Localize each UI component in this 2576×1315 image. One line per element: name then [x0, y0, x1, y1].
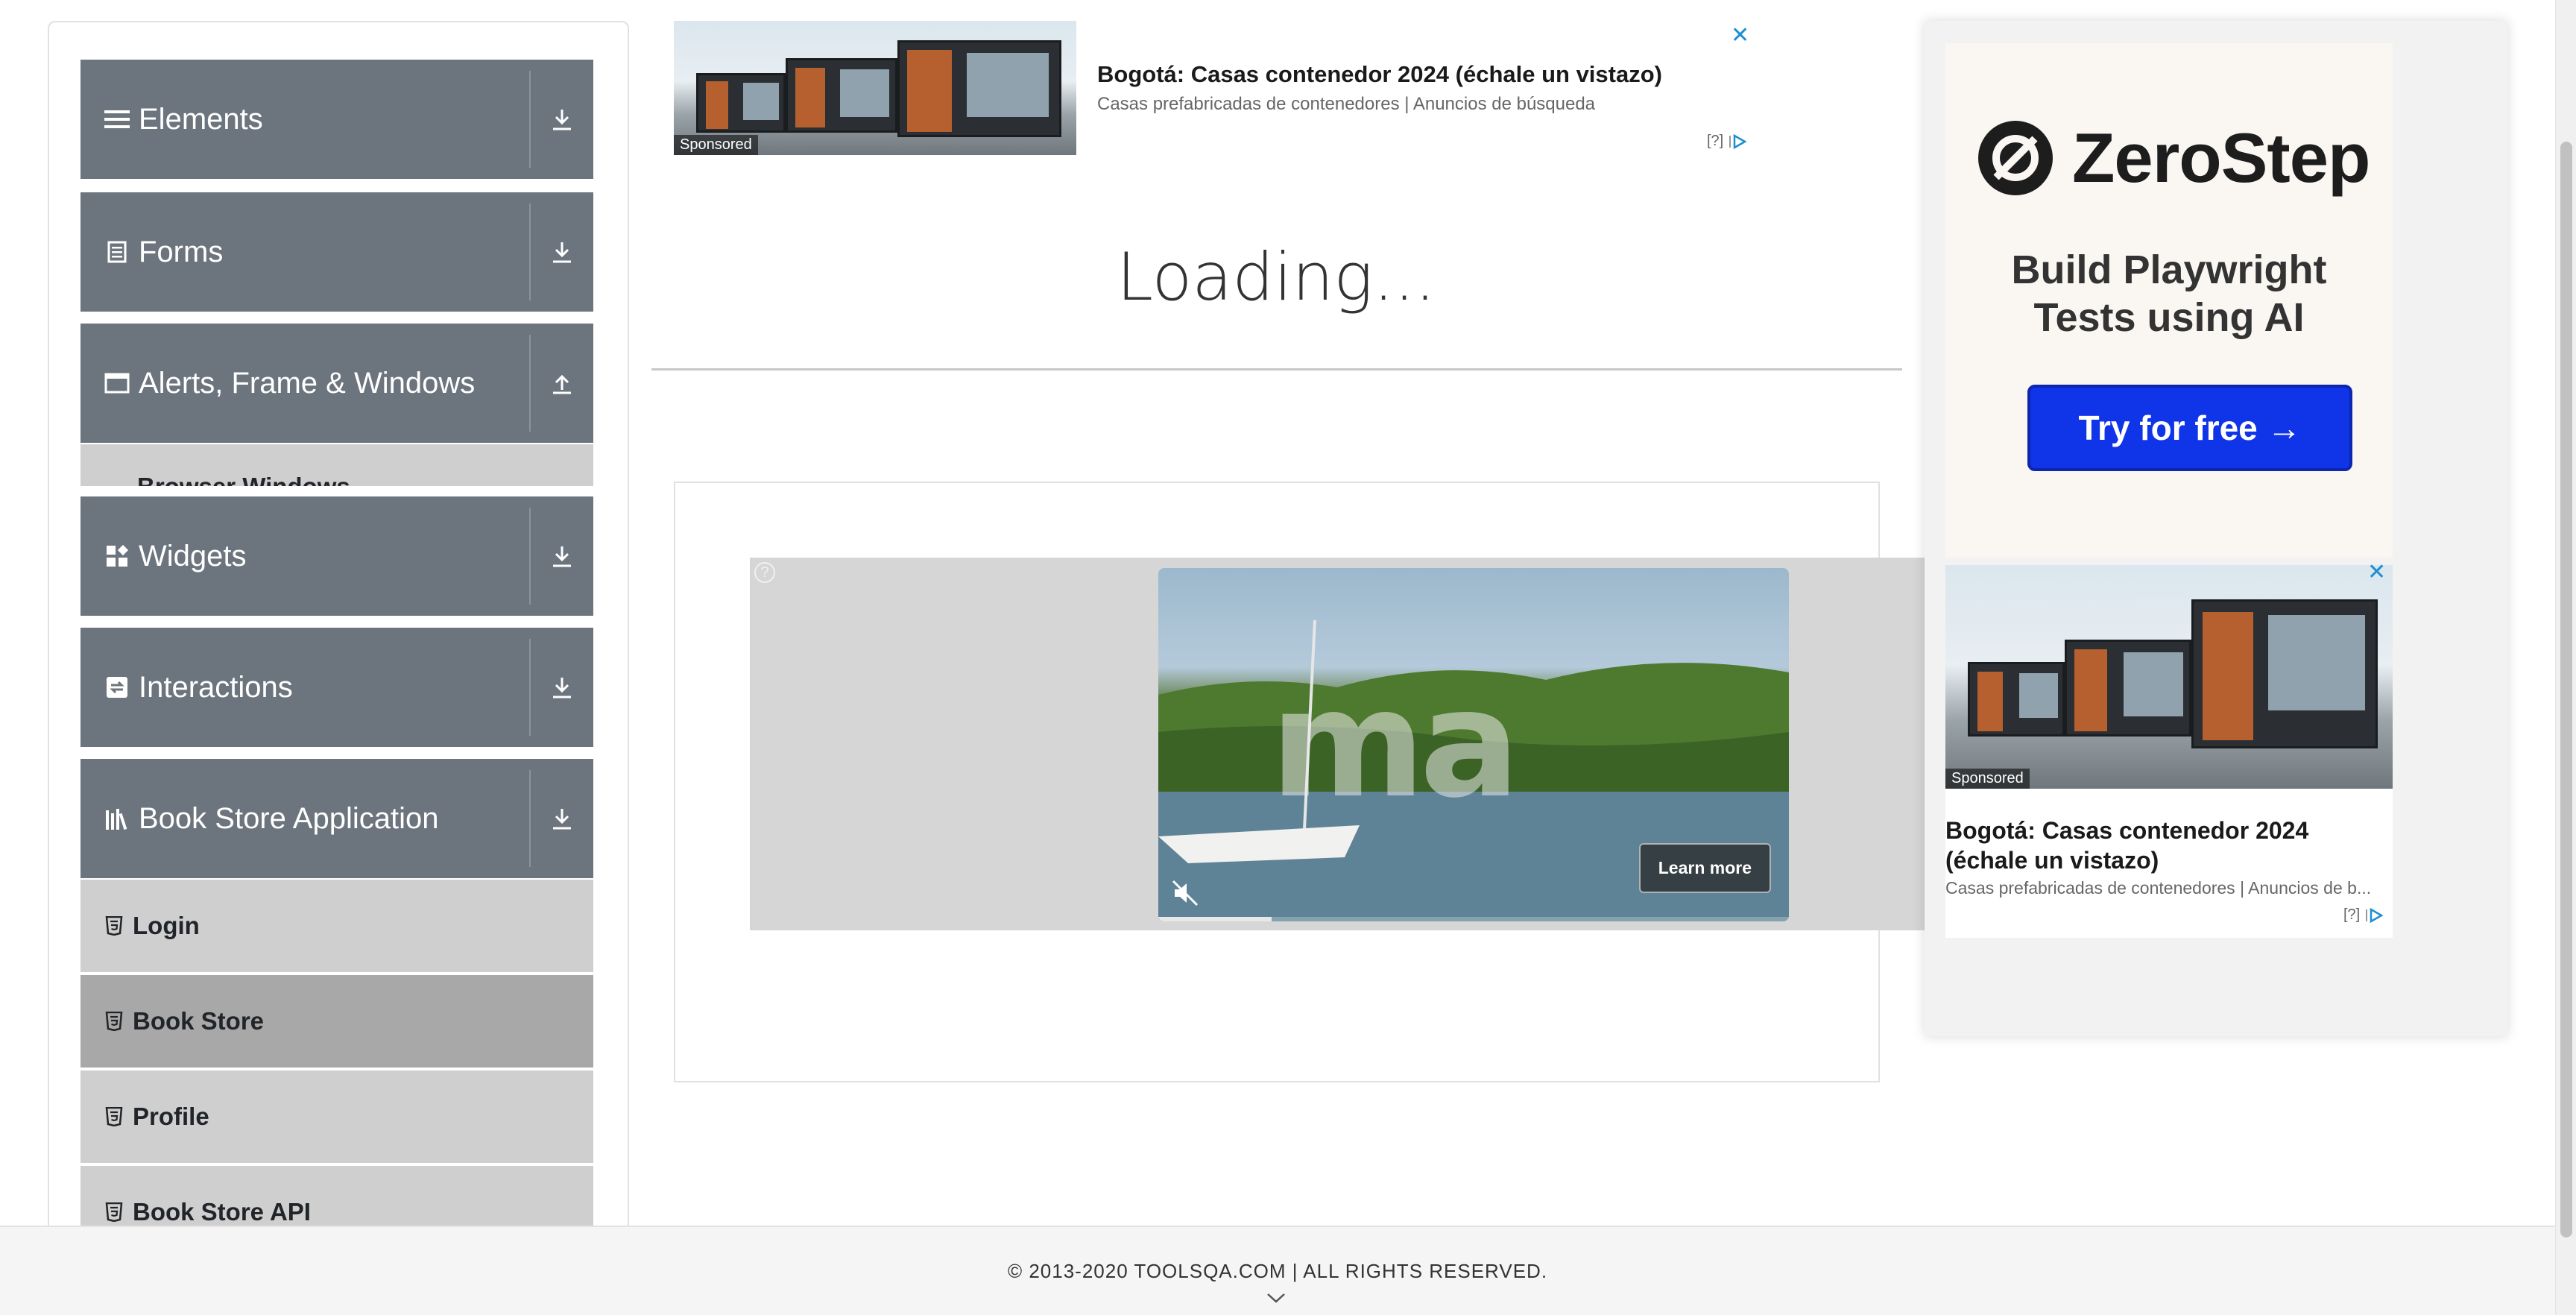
group-label: Book Store Application [139, 801, 439, 835]
html5-icon [104, 916, 124, 936]
group-book-store-application[interactable]: Book Store Application [80, 759, 593, 878]
sub-item-label: Browser Windows [137, 473, 350, 486]
video-progress-fill [1158, 917, 1272, 921]
try-for-free-button[interactable]: Try for free → [2027, 385, 2352, 471]
left-sidebar: Elements Forms Alerts, Frame & Windows W… [48, 21, 629, 1288]
zerostep-ad[interactable]: ZeroStep Build Playwright Tests using AI… [1945, 43, 2393, 558]
video-ad[interactable]: ? ma Learn more [750, 558, 1925, 930]
mute-icon[interactable] [1170, 878, 1200, 908]
group-alerts-frame-windows[interactable]: Alerts, Frame & Windows [80, 324, 593, 443]
container-house [1968, 662, 2065, 737]
tagline-line-2: Tests using AI [2033, 295, 2305, 340]
container-house [897, 40, 1061, 137]
ad-choices-icon[interactable]: [?] [1707, 133, 1747, 150]
sidebar-item-browser-windows[interactable]: Browser Windows [80, 444, 593, 486]
divider [651, 368, 1902, 370]
sponsored-label: Sponsored [1945, 769, 2030, 789]
interactions-icon [104, 675, 130, 700]
group-label: Interactions [139, 670, 293, 704]
group-label: Forms [139, 235, 224, 268]
container-house [2065, 640, 2191, 737]
video-progress-bar[interactable] [1158, 917, 1789, 921]
upload-arrow-icon[interactable] [531, 324, 593, 443]
ad-help-link[interactable]: [?] [2343, 906, 2360, 923]
group-elements[interactable]: Elements [80, 60, 593, 179]
video-player[interactable]: ma Learn more [1158, 568, 1789, 921]
html5-icon [104, 1107, 124, 1126]
sub-item-label: Profile [133, 1103, 209, 1130]
sub-item-label: Book Store [133, 1007, 265, 1035]
ad-headline-link[interactable]: Bogotá: Casas contenedor 2024 (échale un… [1097, 61, 1662, 88]
group-label: Elements [139, 102, 263, 136]
footer-copyright: © 2013-2020 TOOLSQA.COM | ALL RIGHTS RES… [1007, 1260, 1548, 1282]
scrollbar-thumb[interactable] [2560, 142, 2572, 1237]
sidebar-item-book-store[interactable]: Book Store [80, 975, 593, 1069]
sub-item-label: Login [133, 912, 200, 939]
container-house [786, 58, 897, 133]
chevron-down-icon[interactable] [1266, 1291, 1287, 1308]
vertical-scrollbar[interactable] [2555, 0, 2576, 1315]
group-widgets[interactable]: Widgets [80, 496, 593, 616]
ad-description: Casas prefabricadas de contenedores | An… [1945, 878, 2372, 898]
download-arrow-icon[interactable] [531, 192, 593, 312]
download-arrow-icon[interactable] [531, 60, 593, 179]
document-icon [104, 239, 130, 265]
download-arrow-icon[interactable] [531, 496, 593, 616]
top-banner-ad[interactable]: Sponsored Bogotá: Casas contenedor 2024 … [674, 21, 1759, 157]
page: Elements Forms Alerts, Frame & Windows W… [0, 0, 2576, 1315]
sidebar-item-login[interactable]: Login [80, 880, 593, 974]
close-icon[interactable]: ✕ [1731, 22, 1749, 48]
hamburger-icon [104, 107, 130, 132]
close-icon[interactable]: ✕ [2367, 559, 2386, 585]
sidebar-item-profile[interactable]: Profile [80, 1070, 593, 1164]
video-watermark: ma [1270, 658, 1520, 831]
ad-image[interactable]: Sponsored [674, 21, 1076, 155]
help-icon[interactable]: ? [754, 562, 775, 583]
html5-icon [104, 1202, 124, 1222]
learn-more-button[interactable]: Learn more [1638, 843, 1771, 893]
download-arrow-icon[interactable] [531, 628, 593, 747]
right-sidebar-ad[interactable]: ZeroStep Build Playwright Tests using AI… [1925, 21, 2507, 1036]
ad-image[interactable]: Sponsored [1945, 565, 2393, 789]
zerostep-logo: ZeroStep [1975, 118, 2370, 198]
footer: © 2013-2020 TOOLSQA.COM | ALL RIGHTS RES… [0, 1226, 2555, 1315]
download-arrow-icon[interactable] [531, 759, 593, 878]
loading-text: Loading... [1116, 239, 1436, 315]
group-label: Alerts, Frame & Windows [139, 366, 476, 400]
widgets-icon [104, 543, 130, 569]
brand-name: ZeroStep [2072, 119, 2370, 197]
html5-icon [104, 1012, 124, 1031]
sponsored-label: Sponsored [674, 135, 758, 155]
container-house [2191, 599, 2378, 748]
books-icon [104, 806, 130, 831]
group-forms[interactable]: Forms [80, 192, 593, 312]
ad-tagline: Build Playwright Tests using AI [1945, 246, 2393, 341]
container-house [696, 73, 786, 133]
tagline-line-1: Build Playwright [2011, 247, 2327, 292]
ad-help-link[interactable]: [?] [1707, 133, 1723, 149]
ad-choices-icon[interactable]: [?] [2343, 906, 2384, 924]
group-label: Widgets [139, 539, 247, 573]
group-interactions[interactable]: Interactions [80, 628, 593, 747]
sub-item-label: Book Store API [133, 1198, 311, 1226]
zerostep-logo-icon [1978, 121, 2053, 195]
ad-description: Casas prefabricadas de contenedores | An… [1097, 94, 1596, 114]
ad-headline-link[interactable]: Bogotá: Casas contenedor 2024 (échale un… [1945, 816, 2385, 875]
side-banner-ad[interactable]: Sponsored ✕ Bogotá: Casas contenedor 202… [1945, 560, 2393, 938]
window-icon [104, 370, 130, 396]
